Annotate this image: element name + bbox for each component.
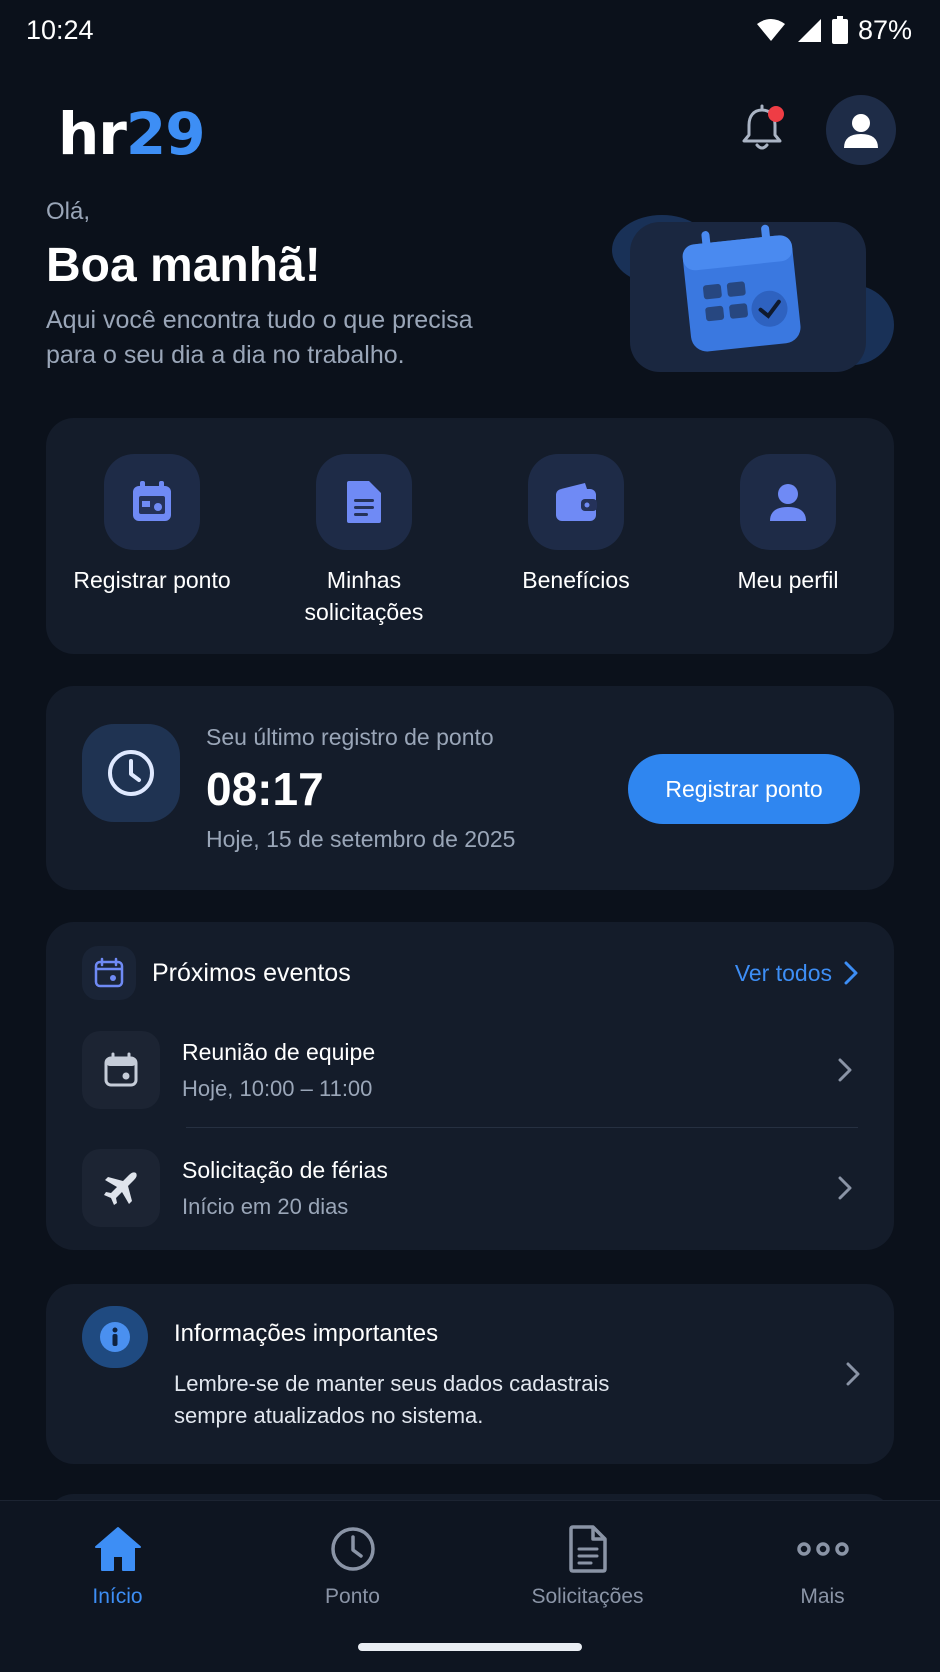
- nav-label: Ponto: [325, 1585, 380, 1608]
- app-logo: hr29: [58, 100, 206, 168]
- greeting-section: Olá, Boa manhã! Aqui você encontra tudo …: [46, 198, 526, 373]
- battery-percent: 87%: [857, 14, 912, 45]
- last-punch-date: Hoje, 15 de setembro de 2025: [206, 826, 516, 852]
- calendar-icon: [94, 957, 124, 988]
- calendar-illustration: [612, 210, 902, 380]
- notification-dot: [768, 106, 784, 122]
- quick-action-icon-box: [740, 454, 836, 550]
- quick-action-icon-box: [104, 454, 200, 550]
- event-subtitle: Início em 20 dias: [182, 1193, 349, 1219]
- clock-icon: [330, 1527, 375, 1571]
- airplane-icon: [104, 1172, 137, 1205]
- see-all-label: Ver todos: [734, 959, 832, 986]
- status-time: 10:24: [26, 14, 94, 45]
- event-subtitle: Hoje, 10:00 – 11:00: [182, 1075, 373, 1101]
- home-icon: [94, 1527, 141, 1571]
- event-divider: [186, 1127, 858, 1128]
- logo-text-29: 29: [125, 100, 206, 168]
- quick-action-label: Minhas solicitações: [304, 567, 424, 625]
- more-icon: [796, 1542, 849, 1556]
- nav-label: Solicitações: [531, 1585, 644, 1608]
- nav-item-inicio[interactable]: Início: [0, 1501, 235, 1611]
- battery-icon: [831, 16, 848, 44]
- quick-action-meu-perfil[interactable]: Meu perfil: [682, 418, 894, 654]
- nav-item-mais[interactable]: Mais: [705, 1501, 940, 1611]
- app-header: hr29: [0, 90, 940, 170]
- quick-action-minhas-solicitacoes[interactable]: Minhas solicitações: [258, 418, 470, 654]
- nav-item-solicitacoes[interactable]: Solicitações: [470, 1501, 705, 1611]
- quick-action-label: Meu perfil: [737, 567, 839, 593]
- status-bar: 10:24 87%: [0, 0, 940, 60]
- events-header-icon-box: [82, 946, 136, 1000]
- info-text: Lembre-se de manter seus dados cadastrai…: [174, 1371, 610, 1428]
- event-text: Reunião de equipe Hoje, 10:00 – 11:00: [182, 1039, 375, 1102]
- notifications-button[interactable]: [740, 104, 788, 156]
- quick-actions-card: Registrar ponto Minhas solicitações Bene…: [46, 418, 894, 654]
- user-icon: [770, 484, 806, 521]
- quick-action-label: Benefícios: [522, 567, 630, 593]
- clock-icon: [108, 750, 154, 796]
- wallet-icon: [556, 483, 597, 521]
- calendar-icon: [104, 1052, 138, 1087]
- status-icons: 87%: [756, 15, 912, 46]
- event-icon-box: [82, 1031, 160, 1109]
- chevron-right-icon: [838, 1058, 852, 1082]
- event-item-reuniao[interactable]: Reunião de equipe Hoje, 10:00 – 11:00: [82, 1014, 858, 1126]
- quick-action-icon-box: [528, 454, 624, 550]
- important-info-card[interactable]: Informações importantes Lembre-se de man…: [46, 1284, 894, 1464]
- info-badge: [82, 1306, 148, 1368]
- events-title: Próximos eventos: [152, 958, 351, 987]
- document-icon: [568, 1525, 607, 1573]
- quick-action-beneficios[interactable]: Benefícios: [470, 418, 682, 654]
- logo-text-hr: hr: [58, 100, 127, 168]
- user-icon: [844, 114, 878, 148]
- greeting-hello: Olá,: [46, 198, 91, 225]
- quick-action-registrar-ponto[interactable]: Registrar ponto: [46, 418, 258, 654]
- profile-avatar-button[interactable]: [826, 95, 896, 165]
- greeting-subtitle: Aqui você encontra tudo o que precisa pa…: [46, 306, 473, 369]
- info-icon: [100, 1322, 130, 1352]
- nav-label: Mais: [800, 1585, 845, 1608]
- event-item-ferias[interactable]: Solicitação de férias Início em 20 dias: [82, 1132, 858, 1244]
- last-punch-card: Seu último registro de ponto 08:17 Hoje,…: [46, 686, 894, 890]
- info-title: Informações importantes: [174, 1320, 439, 1347]
- signal-icon: [797, 19, 821, 42]
- wifi-icon: [756, 19, 785, 41]
- document-icon: [347, 481, 381, 523]
- event-icon-box: [82, 1149, 160, 1227]
- calendar-illustration-icon: [612, 215, 894, 372]
- see-all-events-link[interactable]: Ver todos: [735, 960, 858, 987]
- chevron-right-icon: [838, 1176, 852, 1200]
- chevron-right-icon: [844, 961, 858, 985]
- event-text: Solicitação de férias Início em 20 dias: [182, 1157, 388, 1220]
- nav-label: Início: [92, 1585, 143, 1608]
- nav-item-ponto[interactable]: Ponto: [235, 1501, 470, 1611]
- last-punch-time: 08:17: [206, 763, 324, 815]
- calendar-icon: [133, 481, 171, 521]
- greeting-title: Boa manhã!: [46, 239, 321, 292]
- event-title: Solicitação de férias: [182, 1156, 388, 1183]
- upcoming-events-card: Próximos eventos Ver todos Reunião de eq…: [46, 922, 894, 1250]
- quick-action-icon-box: [316, 454, 412, 550]
- quick-action-label: Registrar ponto: [73, 567, 231, 593]
- last-punch-label: Seu último registro de ponto: [206, 724, 494, 750]
- home-indicator[interactable]: [358, 1643, 582, 1651]
- clock-badge: [82, 724, 180, 822]
- chevron-right-icon: [846, 1362, 860, 1386]
- event-title: Reunião de equipe: [182, 1038, 376, 1065]
- registrar-ponto-button[interactable]: Registrar ponto: [628, 754, 860, 824]
- events-header: Próximos eventos Ver todos: [82, 946, 858, 1000]
